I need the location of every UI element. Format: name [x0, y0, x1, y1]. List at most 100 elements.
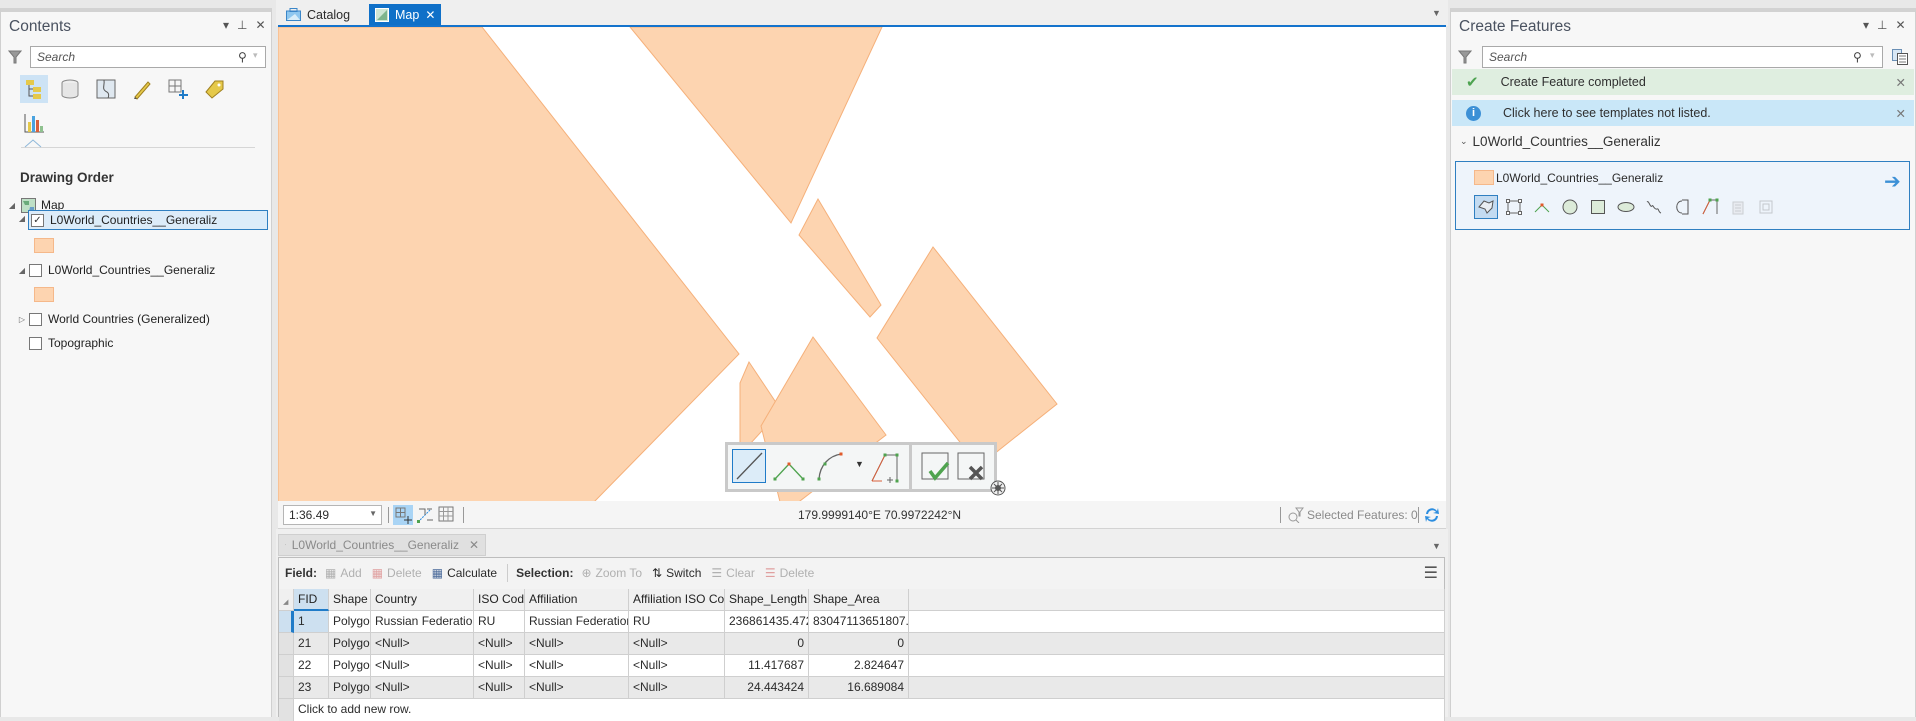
- dismiss-success-icon[interactable]: ✕: [1896, 75, 1906, 90]
- layer-3-expand-icon[interactable]: ▷: [17, 315, 27, 324]
- polygon-tool[interactable]: [1474, 195, 1498, 219]
- success-notification[interactable]: ✔ Create Feature completed ✕: [1452, 69, 1914, 95]
- row-selector[interactable]: [279, 677, 294, 699]
- layer-1-symbol[interactable]: [34, 238, 54, 253]
- cell-country[interactable]: <Null>: [371, 677, 474, 699]
- list-by-drawing-order-button[interactable]: [20, 75, 48, 103]
- line-tool-button[interactable]: [732, 449, 766, 483]
- row-selector[interactable]: [279, 633, 294, 655]
- selected-features-count[interactable]: Selected Features: 0: [1307, 508, 1418, 522]
- layer-2-symbol[interactable]: [34, 287, 54, 302]
- table-tab-close-icon[interactable]: ✕: [469, 538, 479, 552]
- tab-catalog[interactable]: Catalog: [280, 4, 356, 25]
- info-notification[interactable]: i Click here to see templates not listed…: [1452, 100, 1914, 126]
- rotated-rectangle-tool[interactable]: [1754, 195, 1778, 219]
- filter-icon[interactable]: [1458, 49, 1472, 65]
- layer-4-checkbox[interactable]: [29, 337, 42, 350]
- pin-icon[interactable]: ⊥: [1877, 18, 1887, 32]
- cell-shape[interactable]: Polygon: [329, 611, 371, 633]
- trace-tool[interactable]: [1698, 195, 1722, 219]
- row-selector[interactable]: [279, 611, 294, 633]
- cell-country[interactable]: <Null>: [371, 655, 474, 677]
- column-header-country[interactable]: Country: [371, 589, 474, 611]
- ellipse-tool[interactable]: [1614, 195, 1638, 219]
- column-header-fid[interactable]: FID: [294, 589, 329, 611]
- column-header-affiliation[interactable]: Affiliation: [525, 589, 629, 611]
- table-row[interactable]: 1PolygonRussian FederationRURussian Fede…: [279, 611, 1445, 633]
- refresh-icon[interactable]: [1423, 506, 1441, 524]
- layer-1-expand-icon[interactable]: ◢: [17, 214, 27, 223]
- cell-shape-area[interactable]: 2.824647: [809, 655, 909, 677]
- search-dropdown-icon[interactable]: ▾: [1870, 50, 1875, 61]
- table-pane-menu-icon[interactable]: ▼: [1432, 541, 1441, 551]
- contents-search-input[interactable]: Search ⚲ ▾: [30, 46, 266, 68]
- cell-affiliation-iso-code[interactable]: RU: [629, 611, 725, 633]
- arc-dropdown-icon[interactable]: ▼: [855, 459, 864, 469]
- polygon-small-sliver[interactable]: [799, 199, 881, 317]
- filter-icon[interactable]: [8, 49, 22, 65]
- cancel-sketch-icon[interactable]: [956, 451, 988, 483]
- active-template-arrow-icon[interactable]: ➔: [1884, 169, 1901, 194]
- table-row[interactable]: 21Polygon<Null><Null><Null><Null>00: [279, 633, 1445, 655]
- cell-iso-code[interactable]: <Null>: [474, 677, 525, 699]
- cell-shape-area[interactable]: 83047113651807.6875: [809, 611, 909, 633]
- cell-shape[interactable]: Polygon: [329, 677, 371, 699]
- close-icon[interactable]: ✕: [255, 18, 265, 32]
- table-row[interactable]: 23Polygon<Null><Null><Null><Null>24.4434…: [279, 677, 1445, 699]
- scale-dropdown-icon[interactable]: ▼: [369, 509, 377, 518]
- layer-2-expand-icon[interactable]: ◢: [17, 266, 27, 275]
- add-new-row[interactable]: Click to add new row.: [279, 699, 1445, 721]
- zoom-to-button[interactable]: ⊕Zoom To: [581, 566, 642, 580]
- toc-layer-1[interactable]: [7, 211, 8, 231]
- clear-selection-button[interactable]: ☰Clear: [711, 566, 754, 580]
- tab-map-close-icon[interactable]: ✕: [425, 8, 435, 22]
- delete-field-button[interactable]: ▦Delete: [372, 566, 422, 580]
- tab-map[interactable]: Map ✕: [369, 4, 441, 25]
- add-field-button[interactable]: ▦Add: [325, 566, 362, 580]
- expand-icon[interactable]: ◢: [7, 201, 17, 210]
- cell-iso-code[interactable]: <Null>: [474, 633, 525, 655]
- cell-fid[interactable]: 1: [294, 611, 329, 633]
- cell-iso-code[interactable]: RU: [474, 611, 525, 633]
- midpoint-tool-icon[interactable]: [772, 453, 806, 483]
- tabs-menu-icon[interactable]: ▼: [1432, 8, 1441, 18]
- toc-layer-1-row[interactable]: ✓ L0World_Countries__Generaliz: [28, 210, 268, 230]
- cell-fid[interactable]: 23: [294, 677, 329, 699]
- cell-affiliation-iso-code[interactable]: <Null>: [629, 655, 725, 677]
- cell-affiliation[interactable]: <Null>: [525, 677, 629, 699]
- layer-3-checkbox[interactable]: [29, 313, 42, 326]
- map-canvas[interactable]: [278, 27, 1446, 501]
- column-header-shape-length[interactable]: Shape_Length: [725, 589, 809, 611]
- list-by-editing-button[interactable]: [128, 75, 156, 103]
- cell-affiliation-iso-code[interactable]: <Null>: [629, 633, 725, 655]
- cell-affiliation-iso-code[interactable]: <Null>: [629, 677, 725, 699]
- switch-selection-button[interactable]: ⇅Switch: [652, 566, 701, 580]
- cell-shape-area[interactable]: 16.689084: [809, 677, 909, 699]
- cell-shape-length[interactable]: 236861435.472705: [725, 611, 809, 633]
- pane-menu-icon[interactable]: ▾: [223, 18, 229, 32]
- close-icon[interactable]: ✕: [1895, 18, 1905, 32]
- cell-country[interactable]: <Null>: [371, 633, 474, 655]
- cell-shape[interactable]: Polygon: [329, 633, 371, 655]
- cell-country[interactable]: Russian Federation: [371, 611, 474, 633]
- search-icon[interactable]: ⚲: [238, 50, 247, 64]
- finish-sketch-icon[interactable]: [920, 451, 952, 483]
- layer-1-checkbox[interactable]: ✓: [31, 214, 44, 227]
- polygon-north-piece[interactable]: [630, 27, 882, 223]
- layer-2-checkbox[interactable]: [29, 264, 42, 277]
- manage-templates-icon[interactable]: [1892, 49, 1908, 65]
- grid-snap-icon[interactable]: [416, 506, 434, 524]
- column-header-affiliation-iso-code[interactable]: Affiliation ISO Code: [629, 589, 725, 611]
- cell-shape-length[interactable]: 24.443424: [725, 677, 809, 699]
- select-all-corner[interactable]: ◢: [279, 589, 294, 611]
- calculate-field-button[interactable]: ▦Calculate: [432, 566, 497, 580]
- toc-layer-4[interactable]: Topographic: [17, 333, 113, 353]
- toc-layer-3[interactable]: ▷ World Countries (Generalized): [17, 309, 210, 329]
- list-by-snapping-button[interactable]: [164, 75, 192, 103]
- polygon-east-block[interactable]: [877, 247, 1057, 466]
- toolbar-settings-icon[interactable]: [990, 480, 1006, 496]
- autocomplete-polygon-tool[interactable]: [1670, 195, 1694, 219]
- collapse-chevron-icon[interactable]: ⌄: [1460, 136, 1468, 147]
- circle-tool[interactable]: [1558, 195, 1582, 219]
- pin-icon[interactable]: ⊥: [237, 18, 247, 32]
